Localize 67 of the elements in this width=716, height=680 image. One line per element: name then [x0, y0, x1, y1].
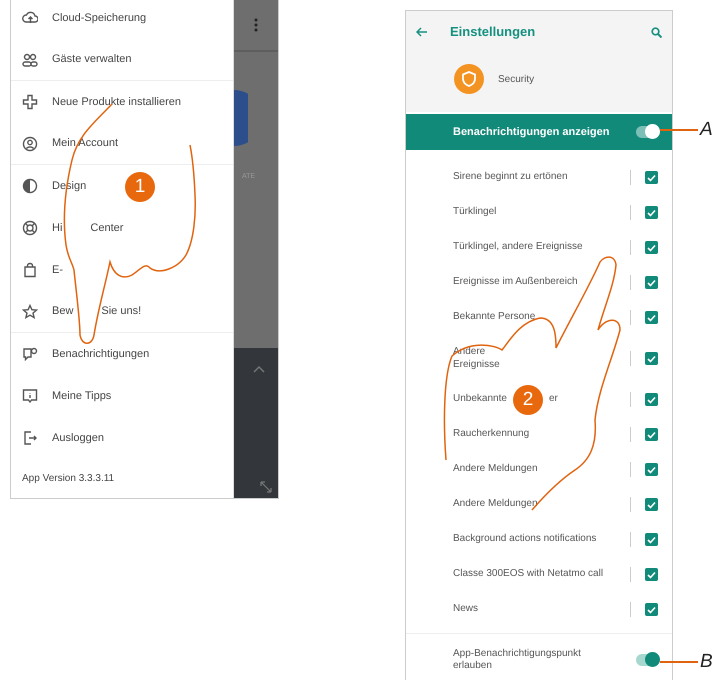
cloud-upload-icon[interactable]	[22, 10, 38, 26]
menu-item[interactable]: Sie uns!	[101, 303, 142, 320]
row-label: App-Benachrichtigungspunkt erlauben	[453, 648, 582, 672]
menu-item[interactable]: Meine Tipps	[52, 388, 112, 404]
checkbox[interactable]	[645, 533, 658, 546]
checkbox[interactable]	[645, 463, 658, 476]
callout-letter: A	[700, 120, 713, 139]
row-label: Türklingel	[453, 206, 496, 218]
plus-icon[interactable]	[22, 94, 38, 110]
row-label: Ereignisse im Außenbereich	[453, 276, 578, 288]
checkbox[interactable]	[645, 206, 658, 219]
checkbox[interactable]	[645, 352, 658, 365]
device-name: Security	[498, 72, 534, 86]
expand-icon[interactable]	[260, 481, 272, 493]
version-text: App Version 3.3.3.11	[21, 472, 116, 486]
tip-icon[interactable]	[22, 388, 38, 404]
row-label: Unbekannte	[453, 393, 507, 404]
checkbox[interactable]	[645, 498, 658, 511]
row-label: Bekannte Persone	[453, 311, 536, 322]
toggle-switch[interactable]	[636, 654, 658, 666]
shopping-bag-icon[interactable]	[22, 262, 38, 278]
people-icon[interactable]	[22, 52, 38, 68]
checkbox[interactable]	[645, 393, 658, 406]
row-label: er	[548, 393, 558, 404]
logout-icon[interactable]	[22, 430, 38, 446]
row-label: Raucherkennung	[453, 428, 530, 440]
leader-line	[660, 661, 698, 663]
checkbox[interactable]	[645, 568, 658, 581]
checkbox[interactable]	[645, 603, 658, 616]
menu-item[interactable]: Center	[90, 220, 124, 236]
checkbox[interactable]	[645, 171, 658, 184]
row-label: Sirene beginnt zu ertönen	[453, 171, 568, 182]
row-label: Andere Meldungen	[453, 498, 538, 510]
menu-item[interactable]: E-	[52, 262, 63, 278]
row-label: Türklingel, andere Ereignisse	[453, 241, 583, 252]
menu-item[interactable]: Gäste verwalten	[52, 51, 132, 68]
menu-item[interactable]: Neue Produkte installieren	[52, 94, 182, 110]
menu-item[interactable]: Cloud-Speicherung	[52, 10, 146, 26]
menu-item[interactable]: Benachrichtigungen	[52, 346, 150, 362]
back-arrow-icon[interactable]	[416, 27, 428, 37]
chat-bell-icon[interactable]	[22, 346, 38, 362]
row-label: News	[453, 603, 478, 614]
checkbox[interactable]	[645, 241, 658, 254]
shield-icon	[454, 64, 484, 94]
toggle-switch[interactable]	[636, 126, 658, 138]
callout-letter: B	[700, 652, 713, 671]
checkbox[interactable]	[645, 428, 658, 441]
row-label: Ereignisse	[453, 358, 500, 370]
menu-item[interactable]: Mein Account	[52, 135, 118, 152]
screen-title: Einstellungen	[450, 23, 536, 42]
lifebuoy-icon[interactable]	[22, 220, 38, 236]
checkbox[interactable]	[645, 276, 658, 289]
leader-line	[660, 129, 698, 131]
bar-label: Benachrichtigungen anzeigen	[453, 124, 610, 140]
menu-item[interactable]: Hi	[52, 220, 62, 236]
star-icon[interactable]	[22, 304, 38, 320]
chevron-up-icon[interactable]	[253, 366, 265, 373]
row-label: Classe 300EOS with Netatmo call	[453, 568, 604, 580]
checkbox[interactable]	[645, 311, 658, 324]
contrast-icon[interactable]	[22, 178, 38, 194]
row-label: Andere Meldungen	[453, 463, 538, 474]
menu-item[interactable]: Ausloggen	[52, 430, 104, 446]
menu-item[interactable]: Bew	[52, 303, 74, 320]
account-icon[interactable]	[22, 136, 38, 152]
search-icon[interactable]	[651, 26, 662, 38]
row-label: Background actions notifications	[453, 533, 596, 544]
more-icon[interactable]	[254, 18, 258, 32]
